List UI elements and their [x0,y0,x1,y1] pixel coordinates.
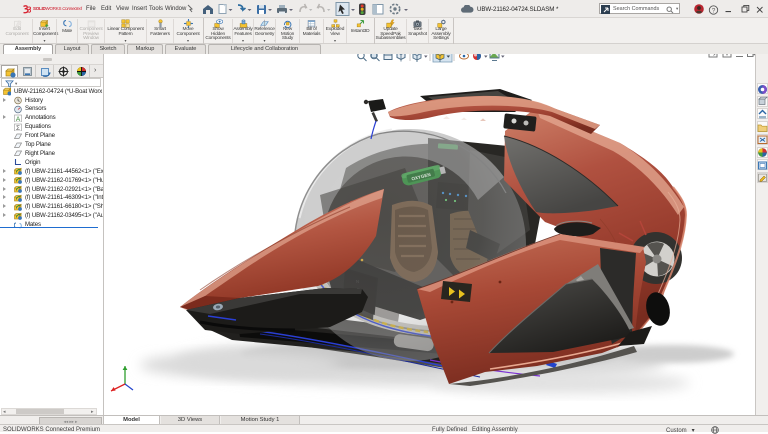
svg-text:?: ? [712,7,716,14]
